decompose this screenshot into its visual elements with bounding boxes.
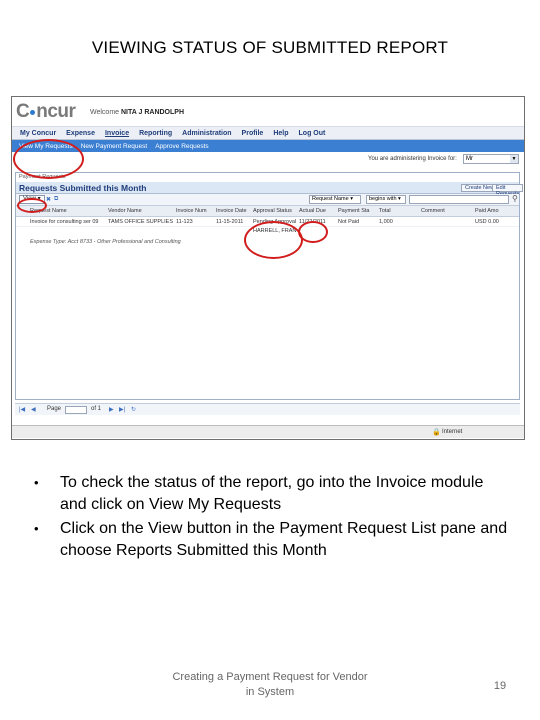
new-payment-request-link[interactable]: New Payment Request (77, 143, 151, 150)
cell-invoice-date: 11-15-2011 (216, 219, 244, 225)
annotation-circle-view-button (17, 198, 47, 213)
pane-caption: Payment Requests (19, 174, 66, 180)
bullet-2: • Click on the View button in the Payment… (34, 520, 508, 559)
page-of: of 1 (91, 406, 102, 412)
browser-status-bar: 🔒 Internet (12, 425, 524, 438)
first-page-icon[interactable]: |◀ (19, 406, 25, 413)
admin-label: You are administering Invoice for: (368, 156, 457, 162)
search-input[interactable] (409, 195, 509, 204)
cell-total: 1,000 (379, 219, 393, 225)
col-invoice-date[interactable]: Invoice Date (216, 208, 247, 214)
concur-screenshot: Cncur Welcome NITA J RANDOLPH My Concur … (11, 96, 525, 440)
menu-reporting[interactable]: Reporting (134, 130, 177, 137)
annotation-circle-actual-due (298, 221, 328, 243)
search-icon[interactable]: ⚲ (512, 194, 518, 203)
cell-vendor-name: TAMS OFFICE SUPPLIES (108, 219, 173, 225)
col-invoice-num[interactable]: Invoice Num (176, 208, 207, 214)
pane-header: Requests Submitted this Month Create New… (16, 182, 524, 197)
bullet-dot-icon: • (34, 521, 39, 536)
menu-profile[interactable]: Profile (237, 130, 269, 137)
edit-requests-button[interactable]: Edit Requests (492, 184, 524, 197)
annotation-circle-approval-status (244, 221, 303, 259)
logo-dot-icon (30, 110, 36, 115)
page-number: 19 (493, 680, 507, 692)
pane-toolbar: View ▾ ✖ ⧉ Request Name ▾ begins with ▾ … (16, 194, 519, 206)
prev-page-icon[interactable]: ◀ (31, 406, 36, 413)
menu-expense[interactable]: Expense (61, 130, 100, 137)
delete-icon[interactable]: ✖ (46, 196, 51, 203)
menu-administration[interactable]: Administration (177, 130, 236, 137)
pager: |◀ ◀ Page of 1 ▶ ▶| ↻ (15, 403, 520, 415)
menu-help[interactable]: Help (268, 130, 293, 137)
col-paid-amount[interactable]: Paid Amo (475, 208, 499, 214)
main-menu: My Concur Expense Invoice Reporting Admi… (12, 127, 524, 140)
search-field-select[interactable]: Request Name ▾ (309, 195, 361, 204)
last-page-icon[interactable]: ▶| (119, 406, 125, 413)
annotation-circle-view-my-requests (13, 139, 84, 179)
expense-note: Expense Type: Acct 8733 - Other Professi… (30, 239, 181, 245)
internet-status: Internet (442, 429, 463, 435)
payment-request-list-pane: Payment Requests Requests Submitted this… (15, 172, 524, 400)
menu-invoice[interactable]: Invoice (100, 130, 134, 137)
page-input[interactable] (65, 406, 87, 414)
copy-icon[interactable]: ⧉ (54, 196, 58, 203)
page-label: Page (47, 406, 62, 412)
col-total[interactable]: Total (379, 208, 391, 214)
grid-header: Request Name Vendor Name Invoice Num Inv… (16, 206, 519, 217)
welcome-text: Welcome NITA J RANDOLPH (90, 109, 184, 116)
cell-request-name[interactable]: Invoice for consulting ser 09 (30, 219, 98, 225)
menu-my-concur[interactable]: My Concur (15, 130, 61, 137)
admin-select[interactable]: Mr ▼ (463, 154, 519, 164)
menu-log-out[interactable]: Log Out (294, 130, 331, 137)
slide-footer: Creating a Payment Request for Vendor in… (172, 671, 368, 698)
next-page-icon[interactable]: ▶ (109, 406, 114, 413)
approve-requests-link[interactable]: Approve Requests (151, 143, 212, 150)
cell-payment-status: Not Paid (338, 219, 360, 225)
chevron-down-icon: ▼ (510, 155, 518, 163)
refresh-icon[interactable]: ↻ (131, 406, 136, 413)
sub-menu: View My Requests New Payment Request App… (12, 140, 524, 152)
app-header: Cncur Welcome NITA J RANDOLPH (12, 97, 524, 127)
search-operator-select[interactable]: begins with ▾ (366, 195, 406, 204)
lock-icon: 🔒 (432, 429, 441, 436)
col-comment[interactable]: Comment (421, 208, 445, 214)
pane-title: Requests Submitted this Month (19, 183, 147, 193)
admin-row: You are administering Invoice for: Mr ▼ (12, 152, 524, 166)
cell-invoice-num: 11-123 (176, 219, 193, 225)
slide-title: VIEWING STATUS OF SUBMITTED REPORT (91, 38, 449, 57)
instruction-bullets: • To check the status of the report, go i… (34, 472, 514, 564)
bullet-dot-icon: • (34, 475, 39, 490)
col-vendor-name[interactable]: Vendor Name (108, 208, 142, 214)
bullet-1: • To check the status of the report, go i… (34, 474, 484, 513)
col-payment-status[interactable]: Payment Sta (338, 208, 370, 214)
col-approval-status[interactable]: Approval Status (253, 208, 292, 214)
concur-logo: Cncur (16, 101, 76, 122)
user-name: NITA J RANDOLPH (121, 109, 184, 116)
col-actual-due[interactable]: Actual Due (299, 208, 326, 214)
cell-paid-amount: USD 0.00 (475, 219, 499, 225)
